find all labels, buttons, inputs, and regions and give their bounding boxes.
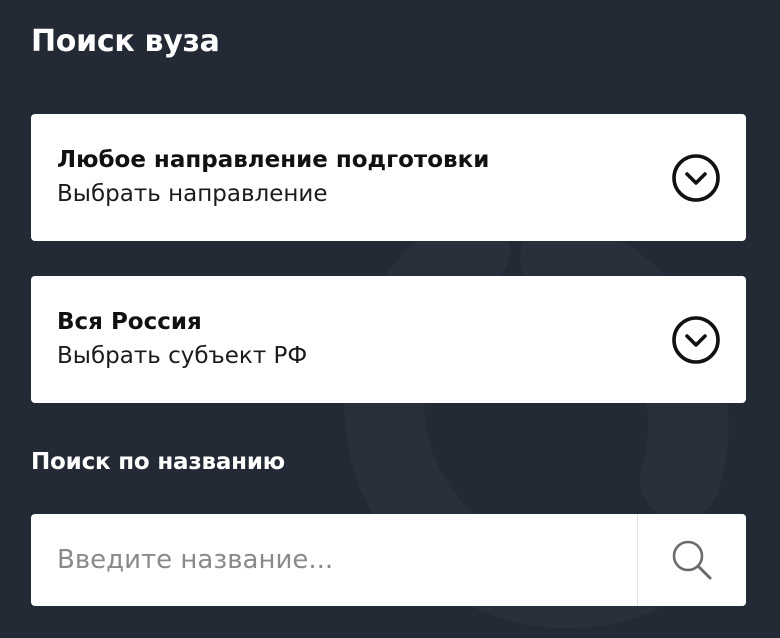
page-title: Поиск вуза <box>31 24 220 59</box>
direction-select-subtitle: Выбрать направление <box>57 180 328 207</box>
search-input[interactable] <box>31 514 637 606</box>
page: { "page": { "title": "Поиск вуза" }, "fi… <box>0 0 780 638</box>
chevron-down-circle-icon[interactable] <box>671 153 721 203</box>
direction-select[interactable]: Любое направление подготовки Выбрать нап… <box>31 114 746 241</box>
search-button[interactable] <box>638 514 746 606</box>
region-select-subtitle: Выбрать субъект РФ <box>57 342 308 369</box>
chevron-down-circle-icon[interactable] <box>671 315 721 365</box>
direction-select-title: Любое направление подготовки <box>57 146 490 173</box>
search-icon <box>672 540 712 580</box>
search-box <box>31 514 746 606</box>
region-select-title: Вся Россия <box>57 308 202 335</box>
region-select[interactable]: Вся Россия Выбрать субъект РФ <box>31 276 746 403</box>
search-section-label: Поиск по названию <box>31 449 285 475</box>
